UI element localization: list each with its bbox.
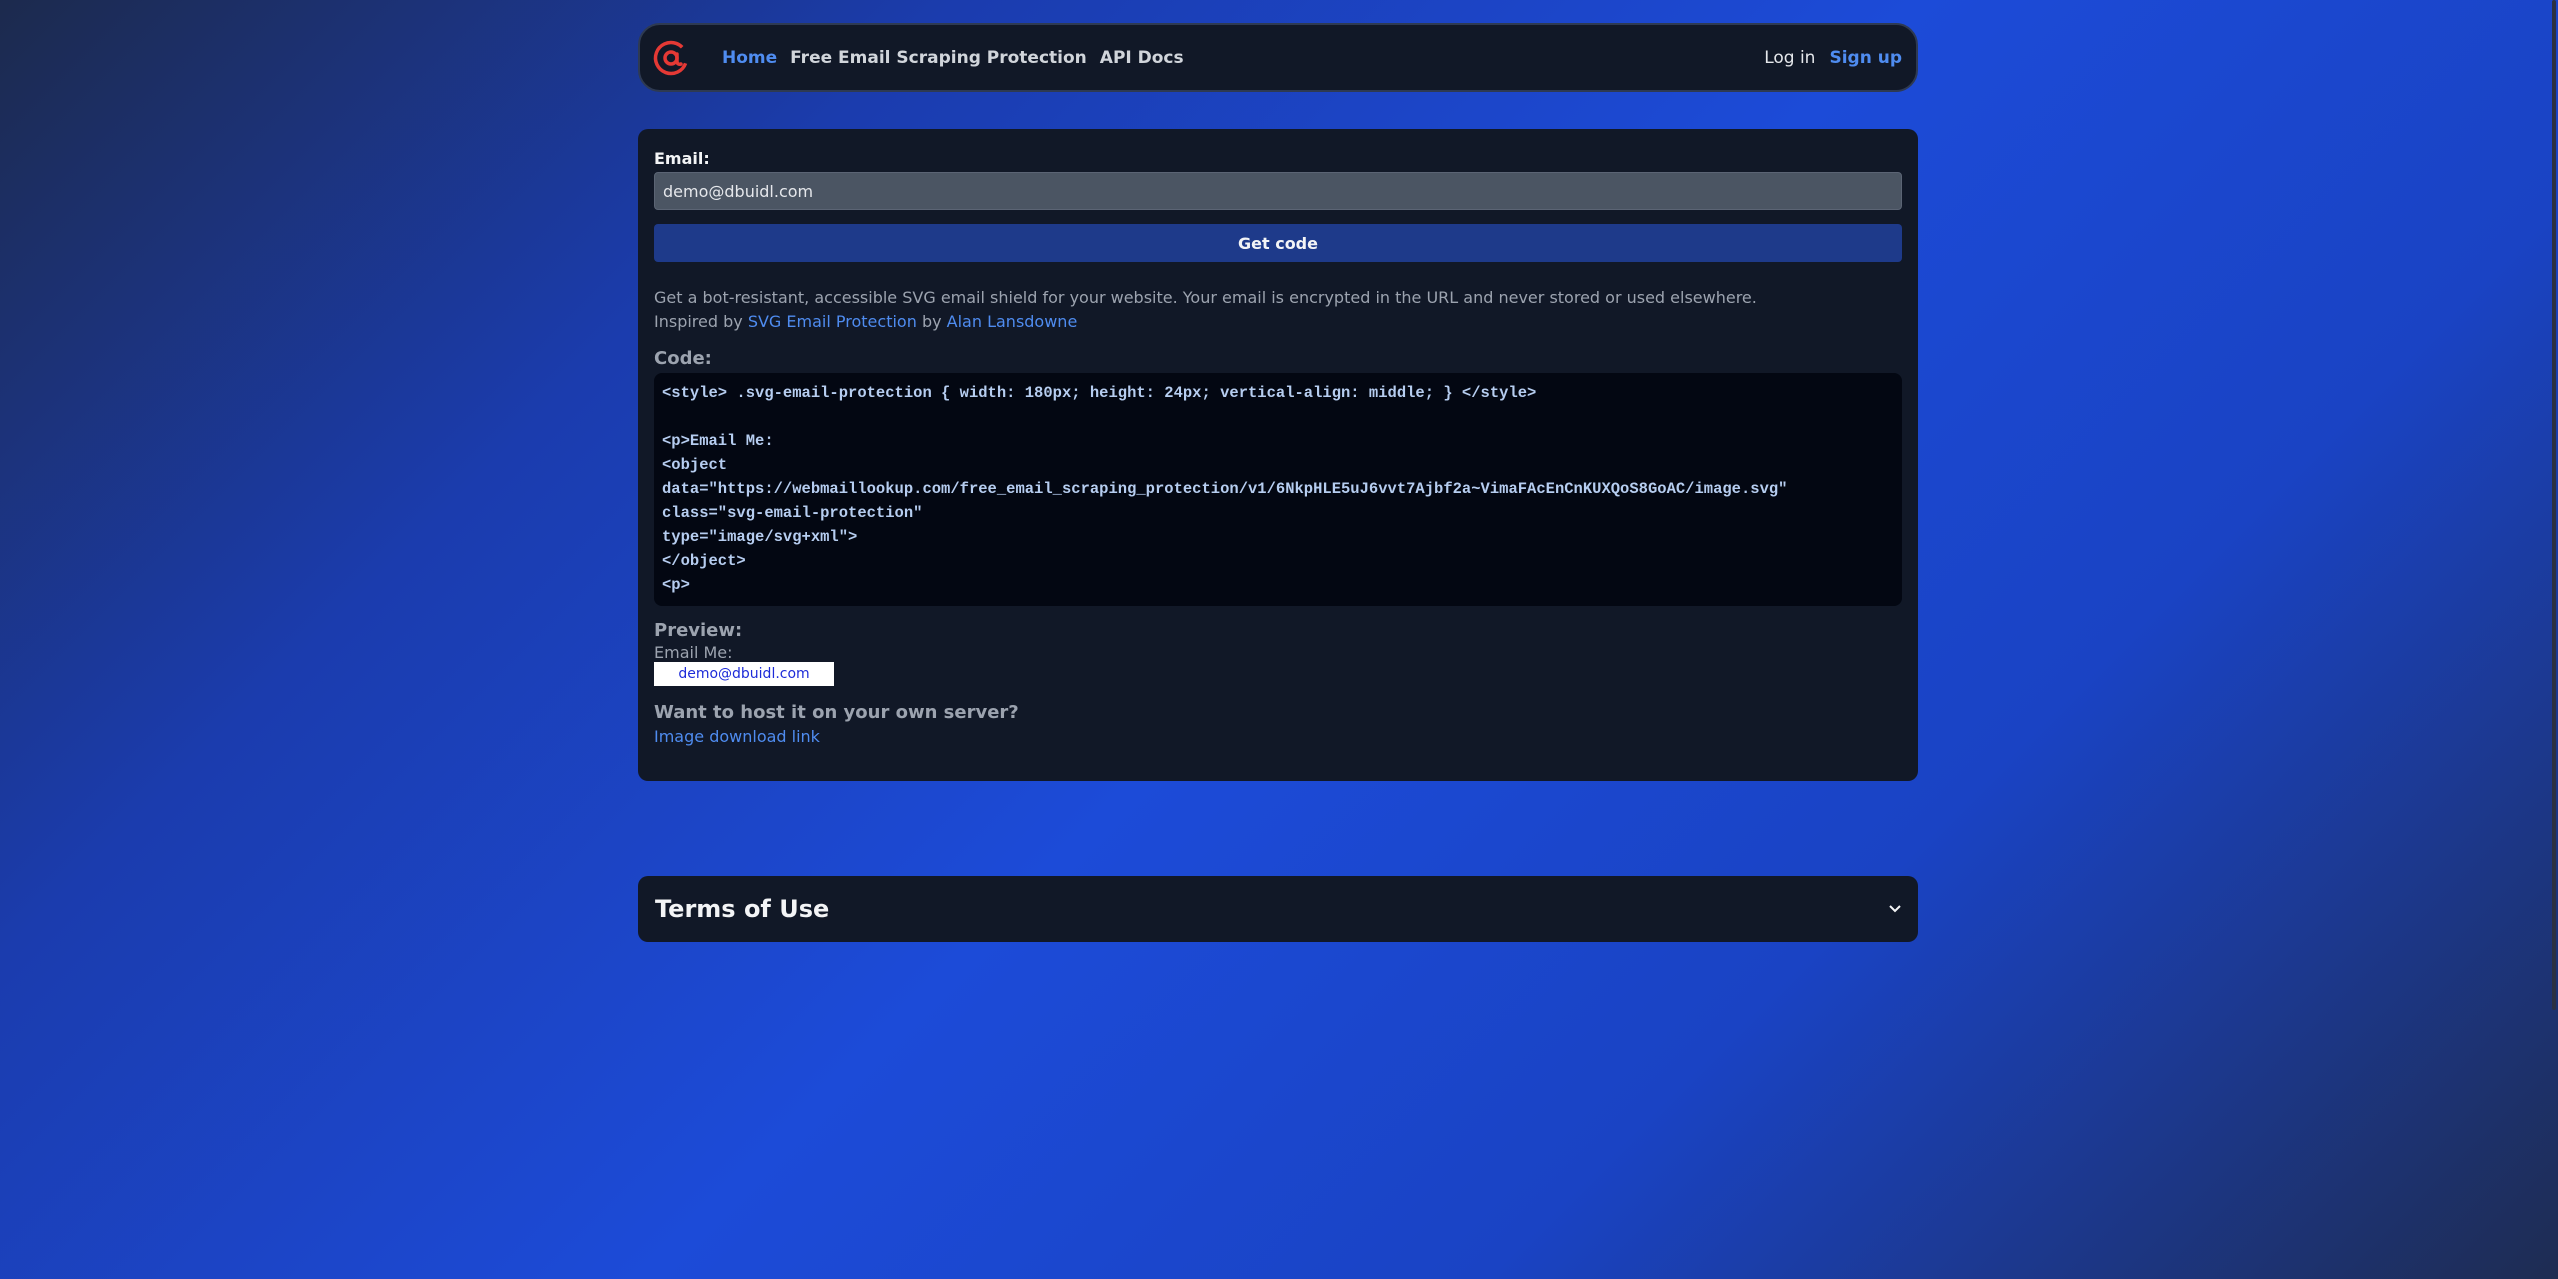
- terms-of-use-accordion[interactable]: Terms of Use: [638, 876, 1918, 942]
- get-code-button[interactable]: Get code: [654, 224, 1902, 262]
- email-input[interactable]: [654, 172, 1902, 210]
- description: Get a bot-resistant, accessible SVG emai…: [654, 286, 1902, 334]
- alan-lansdowne-link[interactable]: Alan Lansdowne: [947, 312, 1078, 331]
- at-sign-icon[interactable]: [650, 37, 692, 79]
- login-link[interactable]: Log in: [1764, 48, 1815, 68]
- code-block[interactable]: <style> .svg-email-protection { width: 1…: [654, 373, 1902, 606]
- nav-link-free-email-scraping-protection[interactable]: Free Email Scraping Protection: [790, 48, 1087, 68]
- generator-card: Email: Get code Get a bot-resistant, acc…: [638, 129, 1918, 781]
- image-download-link[interactable]: Image download link: [654, 727, 1902, 746]
- nav-links: Home Free Email Scraping Protection API …: [722, 48, 1184, 68]
- email-label: Email:: [654, 149, 710, 168]
- inspired-by: by: [921, 312, 942, 331]
- code-label: Code:: [654, 348, 712, 369]
- nav-link-home[interactable]: Home: [722, 48, 777, 68]
- description-text: Get a bot-resistant, accessible SVG emai…: [654, 288, 1757, 307]
- preview-email-me: Email Me:: [654, 643, 733, 662]
- auth-links: Log in Sign up: [1764, 48, 1906, 68]
- nav-link-api-docs[interactable]: API Docs: [1100, 48, 1184, 68]
- terms-title: Terms of Use: [655, 895, 830, 923]
- chevron-down-icon[interactable]: [1888, 902, 1902, 916]
- inspired-line: Inspired by SVG Email Protection by Alan…: [654, 310, 1902, 334]
- top-navbar: Home Free Email Scraping Protection API …: [638, 23, 1918, 92]
- email-shield-preview: demo@dbuidl.com: [654, 662, 834, 686]
- inspired-prefix: Inspired by: [654, 312, 743, 331]
- svg-email-protection-link[interactable]: SVG Email Protection: [748, 312, 917, 331]
- scrollbar-thumb[interactable]: [2552, 0, 2556, 1010]
- host-label: Want to host it on your own server?: [654, 702, 1019, 723]
- signup-link[interactable]: Sign up: [1829, 48, 1902, 68]
- page-scrollbar[interactable]: [2546, 0, 2558, 1279]
- preview-label: Preview:: [654, 620, 743, 641]
